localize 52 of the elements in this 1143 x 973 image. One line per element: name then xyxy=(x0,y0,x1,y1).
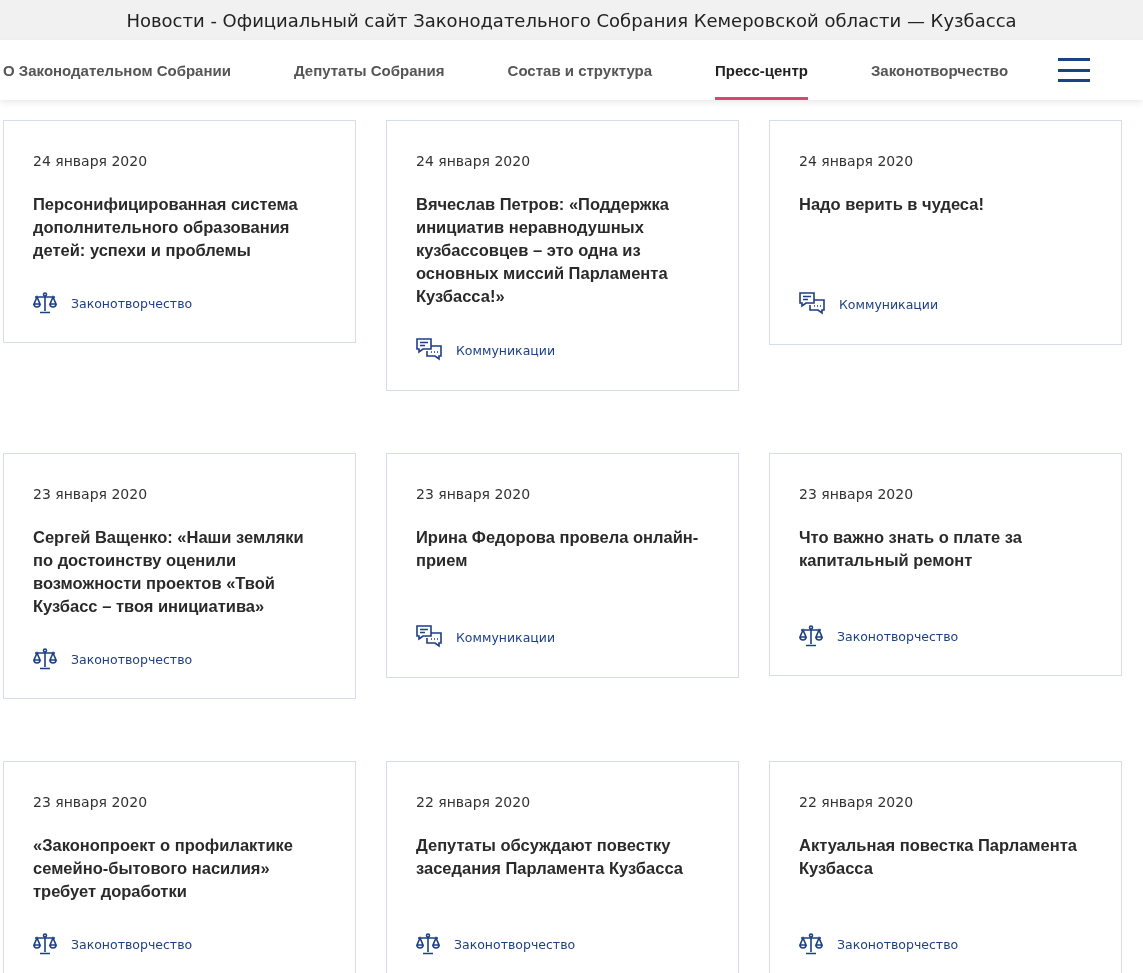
news-date: 23 января 2020 xyxy=(416,486,532,502)
window-title: Новости - Официальный сайт Законодательного Собрания Кемеровской области — Кузбасса xyxy=(126,9,1017,31)
news-card[interactable]: 22 января 2020 Депутаты обсуждают повестку заседания Парламента Кузбасса Законотворчество xyxy=(386,761,739,973)
scales-icon xyxy=(799,625,823,647)
chat-bubbles-icon xyxy=(416,625,442,649)
category-link[interactable]: Коммуникации xyxy=(456,342,556,358)
scales-icon xyxy=(799,933,823,955)
news-title[interactable]: «Законопроект о профилактике семейно-бытового насилия» требует доработки xyxy=(33,834,327,903)
chat-bubbles-icon xyxy=(799,292,825,316)
news-title[interactable]: Что важно знать о плате за капитальный ремонт xyxy=(799,526,1093,595)
nav-link[interactable]: Пресс-центр xyxy=(715,40,808,100)
category-link[interactable]: Законотворчество xyxy=(71,936,193,952)
news-date: 22 января 2020 xyxy=(416,794,532,810)
category-link[interactable]: Коммуникации xyxy=(839,296,939,312)
news-card[interactable]: 24 января 2020 Надо верить в чудеса! Коммуникации xyxy=(769,120,1122,345)
scales-icon xyxy=(33,933,57,955)
category-link[interactable]: Законотворчество xyxy=(454,936,576,952)
news-card[interactable]: 23 января 2020 Сергей Ващенко: «Наши земляки по достоинству оценили возможности проектов «Твой Кузбасс – твоя инициатива» Законотворчество xyxy=(3,453,356,699)
news-card[interactable]: 23 января 2020 Ирина Федорова провела онлайн-прием Коммуникации xyxy=(386,453,739,678)
nav-link[interactable]: Состав и структура xyxy=(507,40,653,100)
category-link[interactable]: Законотворчество xyxy=(837,628,959,644)
chat-bubbles-icon xyxy=(416,338,442,362)
news-title[interactable]: Депутаты обсуждают повестку заседания Парламента Кузбасса xyxy=(416,834,710,903)
news-date: 23 января 2020 xyxy=(799,486,915,502)
news-title[interactable]: Вячеслав Петров: «Поддержка инициатив неравнодушных кузбассовцев – это одна из основных миссий Парламента Кузбасса!» xyxy=(416,193,710,308)
nav-link[interactable]: О Законодательном Собрании xyxy=(3,40,231,100)
news-card[interactable]: 22 января 2020 Актуальная повестка Парламента Кузбасса Законотворчество xyxy=(769,761,1122,973)
menu-icon[interactable] xyxy=(1058,58,1091,82)
news-card[interactable]: 23 января 2020 «Законопроект о профилактике семейно-бытового насилия» требует доработки Законотворчество xyxy=(3,761,356,973)
news-card[interactable]: 24 января 2020 Вячеслав Петров: «Поддержка инициатив неравнодушных кузбассовцев – это одна из основных миссий Парламента Кузбасса!» Коммуникации xyxy=(386,120,739,391)
category-link[interactable]: Коммуникации xyxy=(456,629,556,645)
scales-icon xyxy=(33,648,57,670)
news-date: 22 января 2020 xyxy=(799,794,915,810)
news-date: 23 января 2020 xyxy=(33,486,149,502)
news-title[interactable]: Ирина Федорова провела онлайн-прием xyxy=(416,526,710,595)
scales-icon xyxy=(33,292,57,314)
scales-icon xyxy=(416,933,440,955)
category-link[interactable]: Законотворчество xyxy=(837,936,959,952)
news-card[interactable]: 24 января 2020 Персонифицированная система дополнительного образования детей: успехи и проблемы Законотворчество xyxy=(3,120,356,343)
news-title[interactable]: Персонифицированная система дополнительного образования детей: успехи и проблемы xyxy=(33,193,327,262)
nav-link[interactable]: Депутаты Собрания xyxy=(293,40,445,100)
category-link[interactable]: Законотворчество xyxy=(71,295,193,311)
news-card[interactable]: 23 января 2020 Что важно знать о плате за капитальный ремонт Законотворчество xyxy=(769,453,1122,676)
news-date: 24 января 2020 xyxy=(799,153,915,169)
news-title[interactable]: Сергей Ващенко: «Наши земляки по достоинству оценили возможности проектов «Твой Кузбасс – твоя инициатива» xyxy=(33,526,327,618)
news-title[interactable]: Актуальная повестка Парламента Кузбасса xyxy=(799,834,1093,903)
news-date: 24 января 2020 xyxy=(33,153,149,169)
news-date: 23 января 2020 xyxy=(33,794,149,810)
nav-link[interactable]: Законотворчество xyxy=(870,40,1009,100)
news-date: 24 января 2020 xyxy=(416,153,532,169)
category-link[interactable]: Законотворчество xyxy=(71,651,193,667)
news-title[interactable]: Надо верить в чудеса! xyxy=(799,193,1093,262)
